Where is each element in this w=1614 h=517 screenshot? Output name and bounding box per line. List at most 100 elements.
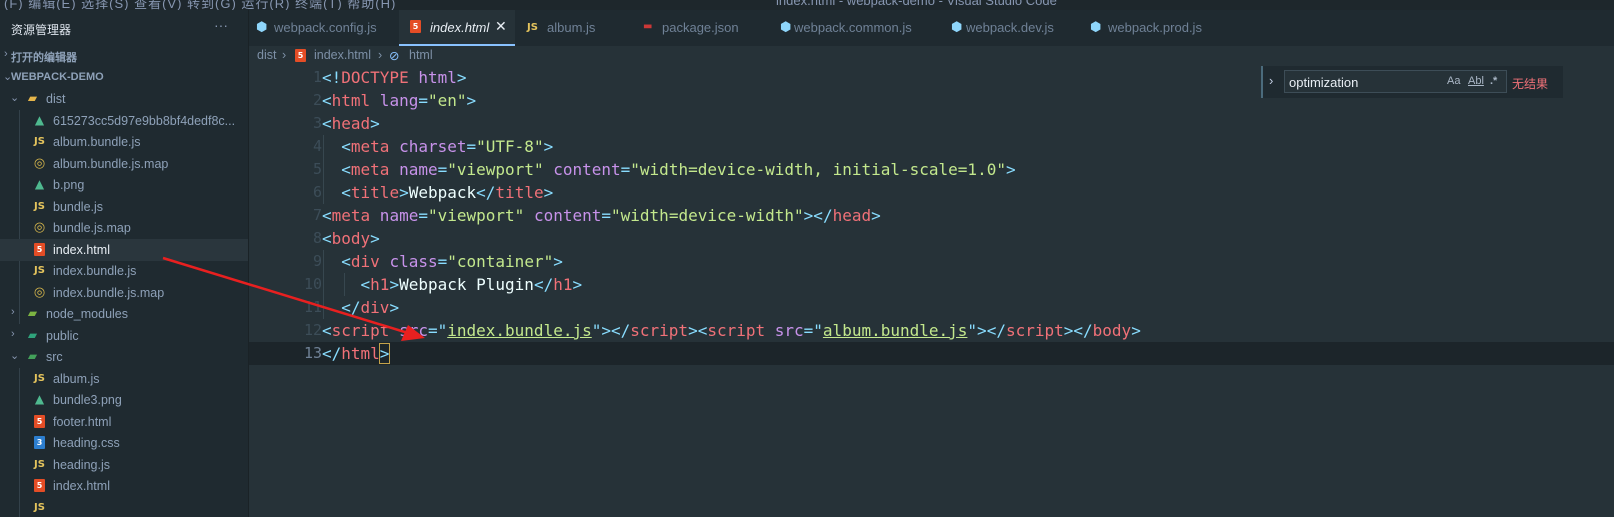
tree-item-label: b.png bbox=[53, 178, 85, 192]
public-folder-icon: ▰ bbox=[27, 328, 38, 342]
tree-item-label: index.bundle.js.map bbox=[53, 286, 165, 300]
toggle-replace-icon[interactable]: › bbox=[1269, 73, 1273, 88]
tree-item[interactable]: ▲ b.png bbox=[0, 174, 248, 196]
more-actions-icon[interactable]: ··· bbox=[214, 17, 228, 33]
tree-item-label: bundle.js.map bbox=[53, 221, 131, 235]
tree-item[interactable]: ◎ index.bundle.js.map bbox=[0, 282, 248, 304]
html-icon: 5 bbox=[295, 49, 306, 62]
tree-item[interactable]: 5 footer.html bbox=[0, 411, 248, 433]
tree-item-selected[interactable]: 5 index.html bbox=[0, 239, 248, 261]
line-code: <title>Webpack</title> bbox=[322, 183, 553, 202]
tree-folder-dist[interactable]: ⌄ ▰ dist bbox=[0, 88, 248, 110]
tag: html bbox=[331, 91, 371, 110]
breadcrumb-node[interactable]: html bbox=[409, 48, 433, 62]
tab-index-html[interactable]: 5 index.html ✕ bbox=[399, 10, 515, 46]
tree-folder-node-modules[interactable]: › ▰ node_modules bbox=[0, 303, 248, 325]
text: Webpack bbox=[408, 183, 477, 202]
code-editor[interactable]: 1 <!DOCTYPE html> 2 <html lang="en"> 3 <… bbox=[249, 66, 1614, 517]
js-icon: JS bbox=[34, 136, 45, 147]
punct: </ bbox=[533, 275, 554, 294]
tag: html bbox=[341, 344, 380, 363]
tab-webpack-common[interactable]: ⬢ webpack.common.js bbox=[773, 10, 945, 46]
open-editors-section[interactable]: › 打开的编辑器 bbox=[0, 45, 248, 67]
tree-item[interactable]: JS heading.js bbox=[0, 454, 248, 476]
line-code: <head> bbox=[322, 114, 380, 133]
tree-folder-src[interactable]: ⌄ ▰ src bbox=[0, 346, 248, 368]
punct: < bbox=[322, 91, 332, 110]
breadcrumb-dist[interactable]: dist bbox=[257, 48, 276, 62]
tab-label: webpack.prod.js bbox=[1108, 20, 1202, 35]
tag: body bbox=[331, 229, 371, 248]
html-icon: 5 bbox=[34, 415, 45, 428]
attr: charset bbox=[389, 137, 467, 156]
punct: > bbox=[370, 229, 380, 248]
punct: </ bbox=[341, 298, 361, 317]
punct: "></ bbox=[967, 321, 1006, 340]
line-code: <div class="container"> bbox=[322, 252, 563, 271]
project-section[interactable]: ⌄ WEBPACK-DEMO bbox=[0, 67, 248, 89]
punct: > bbox=[389, 298, 400, 317]
tree-item-label: index.html bbox=[53, 243, 110, 257]
string-link[interactable]: index.bundle.js bbox=[447, 321, 592, 340]
tree-item[interactable]: 5 index.html bbox=[0, 475, 248, 497]
chevron-down-icon: ⌄ bbox=[10, 350, 20, 362]
line-number: 4 bbox=[312, 137, 322, 155]
tab-webpack-dev[interactable]: ⬢ webpack.dev.js bbox=[945, 10, 1087, 46]
code-line: 11 </div> bbox=[249, 296, 1614, 319]
tree-item[interactable]: ▲ 615273cc5d97e9bb8bf4dedf8c... bbox=[0, 110, 248, 132]
tree-item[interactable]: JS index.bundle.js bbox=[0, 260, 248, 282]
tag: h1 bbox=[370, 275, 390, 294]
string: "viewport" bbox=[447, 160, 544, 179]
js-icon: JS bbox=[527, 22, 538, 33]
string-link[interactable]: album.bundle.js bbox=[823, 321, 968, 340]
js-icon: JS bbox=[34, 502, 45, 513]
tree-item-label: public bbox=[46, 329, 79, 343]
punct: "></ bbox=[591, 321, 631, 340]
breadcrumb-file[interactable]: index.html bbox=[314, 48, 371, 62]
punct: > bbox=[1131, 321, 1141, 340]
tree-item-cut-off[interactable]: JS bbox=[0, 497, 248, 517]
webpack-icon: ⬢ bbox=[1090, 20, 1102, 35]
tree-item[interactable]: ▲ bundle3.png bbox=[0, 389, 248, 411]
punct: = bbox=[620, 160, 631, 179]
open-editors-label: 打开的编辑器 bbox=[11, 52, 77, 64]
line-number: 7 bbox=[312, 206, 322, 224]
tree-folder-public[interactable]: › ▰ public bbox=[0, 325, 248, 347]
tree-item[interactable]: ◎ bundle.js.map bbox=[0, 217, 248, 239]
line-code: <body> bbox=[322, 229, 380, 248]
node-folder-icon: ▰ bbox=[27, 306, 38, 320]
match-case-icon[interactable]: Aa bbox=[1447, 75, 1460, 87]
tag: meta bbox=[350, 137, 390, 156]
tab-webpack-config[interactable]: ⬢ webpack.config.js bbox=[249, 10, 399, 46]
js-icon: JS bbox=[34, 265, 45, 276]
code-line: 12 <script src="index.bundle.js"></scrip… bbox=[249, 319, 1614, 342]
tree-item[interactable]: JS bundle.js bbox=[0, 196, 248, 218]
tree-item-label: album.bundle.js bbox=[53, 135, 141, 149]
tree-item[interactable]: JS album.js bbox=[0, 368, 248, 390]
line-number: 6 bbox=[312, 183, 322, 201]
regex-icon[interactable]: .* bbox=[1490, 75, 1497, 87]
tab-label: webpack.common.js bbox=[794, 20, 912, 35]
punct: =" bbox=[803, 321, 823, 340]
tree-item[interactable]: 3 heading.css bbox=[0, 432, 248, 454]
map-icon: ◎ bbox=[33, 220, 46, 235]
punct: > bbox=[1005, 160, 1016, 179]
npm-icon: ▬ bbox=[643, 21, 653, 32]
punct: > bbox=[572, 275, 583, 294]
tree-item[interactable]: ◎ album.bundle.js.map bbox=[0, 153, 248, 175]
punct: < bbox=[341, 183, 351, 202]
tab-package-json[interactable]: ▬ package.json bbox=[631, 10, 773, 46]
punct: > bbox=[543, 183, 554, 202]
code-line: 5 <meta name="viewport" content="width=d… bbox=[249, 158, 1614, 181]
whole-word-icon[interactable]: Abl bbox=[1468, 75, 1484, 87]
line-number: 9 bbox=[312, 252, 322, 270]
editor-tabs: ⬢ webpack.config.js 5 index.html ✕ JS al… bbox=[249, 10, 1614, 46]
js-icon: JS bbox=[34, 373, 45, 384]
tab-album-js[interactable]: JS album.js bbox=[515, 10, 631, 46]
close-icon[interactable]: ✕ bbox=[495, 18, 507, 35]
tree-item[interactable]: JS album.bundle.js bbox=[0, 131, 248, 153]
tab-webpack-prod[interactable]: ⬢ webpack.prod.js bbox=[1087, 10, 1237, 46]
tree-item-label: dist bbox=[46, 92, 66, 106]
punct: > bbox=[399, 183, 409, 202]
menu-items[interactable]: (F) 编辑(E) 选择(S) 查看(V) 转到(G) 运行(R) 终端(T) … bbox=[4, 0, 396, 10]
